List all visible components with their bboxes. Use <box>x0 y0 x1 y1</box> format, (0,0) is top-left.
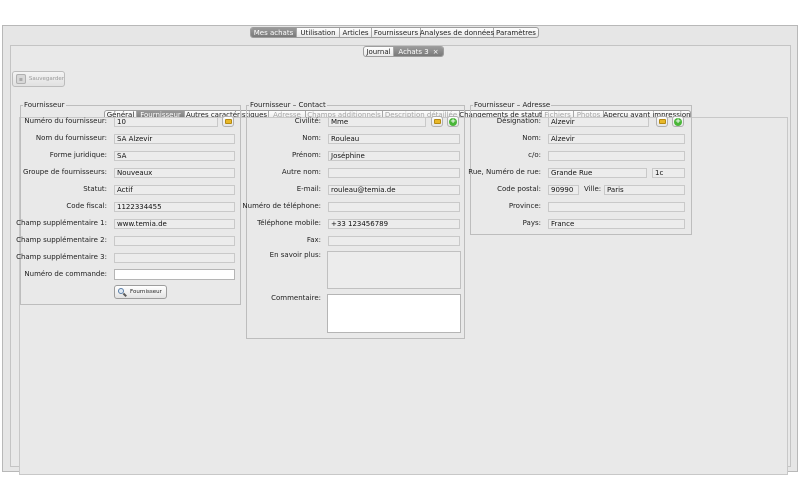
group-contact-legend: Fournisseur – Contact <box>250 101 326 109</box>
label-co: c/o: <box>528 151 541 159</box>
field-code-fiscal[interactable]: 1122334455 <box>114 202 235 212</box>
label-code-fiscal: Code fiscal: <box>66 202 107 210</box>
field-champ-supp-2[interactable] <box>114 236 235 246</box>
field-telephone[interactable] <box>328 202 460 212</box>
main-nav: Mes achats Utilisation Articles Fourniss… <box>250 27 539 38</box>
field-nom-contact[interactable]: Rouleau <box>328 134 460 144</box>
nav-tab-analyses[interactable]: Analyses de données <box>420 28 494 37</box>
field-champ-supp-3[interactable] <box>114 253 235 263</box>
label-commentaire: Commentaire: <box>271 294 321 302</box>
plus-icon: + <box>674 116 682 126</box>
field-groupe-fournisseurs[interactable]: Nouveaux <box>114 168 235 178</box>
civilite-add-button[interactable]: + <box>447 116 459 127</box>
field-champ-supp-1[interactable]: www.temia.de <box>114 219 235 229</box>
label-nom-fournisseur: Nom du fournisseur: <box>35 134 107 142</box>
field-email[interactable]: rouleau@temia.de <box>328 185 460 195</box>
nav-tab-utilisation[interactable]: Utilisation <box>297 28 340 37</box>
label-autre-nom: Autre nom: <box>281 168 321 176</box>
label-forme-juridique: Forme juridique: <box>49 151 107 159</box>
folder-icon <box>224 119 232 124</box>
field-rue[interactable]: Grande Rue <box>548 168 647 178</box>
field-nom-fournisseur[interactable]: SA Alzevir <box>114 134 235 144</box>
label-civilite: Civilité: <box>294 117 321 125</box>
field-code-postal[interactable]: 90990 <box>548 185 579 195</box>
civilite-folder-button[interactable] <box>431 116 443 127</box>
field-autre-nom[interactable] <box>328 168 460 178</box>
field-fax[interactable] <box>328 236 460 246</box>
field-ville[interactable]: Paris <box>604 185 685 195</box>
field-prenom[interactable]: Joséphine <box>328 151 460 161</box>
field-en-savoir-plus[interactable] <box>327 251 461 289</box>
search-icon <box>118 287 127 297</box>
label-pays: Pays: <box>522 219 541 227</box>
group-fournisseur-legend: Fournisseur <box>24 101 65 109</box>
label-prenom: Prénom: <box>291 151 321 159</box>
nav-tab-articles[interactable]: Articles <box>340 28 372 37</box>
field-province[interactable] <box>548 202 685 212</box>
label-champ-supp-2: Champ supplémentaire 2: <box>16 236 107 244</box>
label-nom-adresse: Nom: <box>522 134 541 142</box>
field-forme-juridique[interactable]: SA <box>114 151 235 161</box>
search-fournisseur-button[interactable]: Fournisseur <box>114 285 167 299</box>
label-rue: Rue, Numéro de rue: <box>468 168 541 176</box>
label-nom-contact: Nom: <box>302 134 321 142</box>
label-numero-commande: Numéro de commande: <box>24 270 107 278</box>
doc-tab-achats-label: Achats 3 <box>398 47 429 56</box>
save-button[interactable]: ▪ Sauvegarder <box>12 71 65 87</box>
label-numero-fournisseur: Numéro du fournisseur: <box>24 117 107 125</box>
field-pays[interactable]: France <box>548 219 685 229</box>
folder-icon <box>433 119 441 124</box>
doc-tab-journal[interactable]: Journal <box>364 47 394 56</box>
nav-tab-mes-achats[interactable]: Mes achats <box>251 28 297 37</box>
label-province: Province: <box>508 202 541 210</box>
label-code-postal: Code postal: <box>497 185 541 193</box>
label-mobile: Téléphone mobile: <box>257 219 321 227</box>
document-tabs: Journal Achats 3 × <box>363 46 444 57</box>
designation-folder-button[interactable] <box>656 116 668 127</box>
field-commentaire[interactable] <box>327 294 461 333</box>
field-co[interactable] <box>548 151 685 161</box>
save-button-label: Sauvegarder <box>28 76 64 82</box>
label-fax: Fax: <box>306 236 321 244</box>
floppy-icon: ▪ <box>16 74 26 84</box>
field-numero-fournisseur[interactable]: 10 <box>114 117 218 127</box>
field-civilite[interactable]: Mme <box>328 117 426 127</box>
label-ville: Ville: <box>584 185 602 193</box>
designation-add-button[interactable]: + <box>672 116 684 127</box>
folder-icon <box>658 119 666 124</box>
field-statut[interactable]: Actif <box>114 185 235 195</box>
nav-tab-fournisseurs[interactable]: Fournisseurs <box>372 28 421 37</box>
label-champ-supp-1: Champ supplémentaire 1: <box>16 219 107 227</box>
field-nom-adresse[interactable]: Alzevir <box>548 134 685 144</box>
label-statut: Statut: <box>83 185 107 193</box>
label-en-savoir-plus: En savoir plus: <box>269 251 321 259</box>
label-email: E-mail: <box>296 185 321 193</box>
plus-icon: + <box>449 116 457 126</box>
folder-open-button[interactable] <box>222 116 234 127</box>
label-champ-supp-3: Champ supplémentaire 3: <box>16 253 107 261</box>
search-fournisseur-label: Fournisseur <box>130 289 162 295</box>
field-designation[interactable]: Alzevir <box>548 117 649 127</box>
label-groupe-fournisseurs: Groupe de fournisseurs: <box>22 168 107 176</box>
doc-tab-achats-3[interactable]: Achats 3 × <box>394 47 443 56</box>
close-icon[interactable]: × <box>433 48 439 56</box>
field-numero-rue[interactable]: 1c <box>652 168 685 178</box>
label-designation: Désignation: <box>496 117 541 125</box>
group-adresse-legend: Fournisseur – Adresse <box>474 101 551 109</box>
field-mobile[interactable]: +33 123456789 <box>328 219 460 229</box>
field-numero-commande[interactable] <box>114 269 235 280</box>
label-telephone: Numéro de téléphone: <box>242 202 321 210</box>
nav-tab-parametres[interactable]: Paramètres <box>494 28 538 37</box>
